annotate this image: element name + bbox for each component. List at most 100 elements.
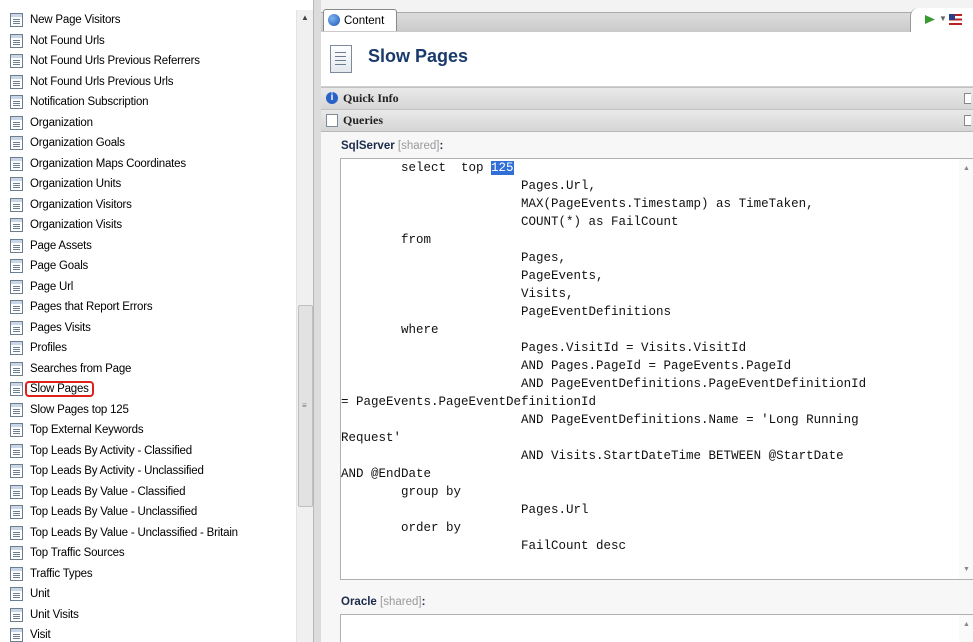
- tree-item-label: Top Leads By Value - Unclassified - Brit…: [30, 526, 238, 539]
- tree-item[interactable]: Top Traffic Sources: [0, 543, 296, 564]
- tree-item[interactable]: Organization Goals: [0, 133, 296, 154]
- report-icon: [10, 54, 23, 68]
- navigate-flag-icon[interactable]: [925, 15, 935, 24]
- report-icon: [10, 607, 23, 622]
- tree-item[interactable]: Unit: [0, 584, 296, 605]
- tree-item[interactable]: Page Url: [0, 277, 296, 298]
- oracle-label-text: Oracle: [341, 596, 377, 608]
- tree-item[interactable]: Top External Keywords: [0, 420, 296, 441]
- oracle-shared-tag: [shared]: [380, 596, 422, 608]
- tab-content[interactable]: Content: [323, 9, 397, 31]
- tree-item[interactable]: Top Leads By Activity - Unclassified: [0, 461, 296, 482]
- grip-icon: ≡: [302, 401, 307, 410]
- tree-item[interactable]: Pages that Report Errors: [0, 297, 296, 318]
- oracle-colon: :: [421, 596, 426, 608]
- tab-content-label: Content: [344, 15, 385, 27]
- tree-item[interactable]: Pages Visits: [0, 318, 296, 339]
- tree-item[interactable]: Page Assets: [0, 236, 296, 257]
- tree-item-label: Traffic Types: [30, 567, 93, 580]
- sql-code[interactable]: select top 125 Pages.Url, MAX(PageEvents…: [341, 159, 866, 555]
- tree-item-label: Organization Maps Coordinates: [30, 157, 186, 170]
- tree-item[interactable]: Not Found Urls: [0, 31, 296, 52]
- tree-item-label: Pages Visits: [30, 321, 91, 334]
- tree-item[interactable]: Organization: [0, 113, 296, 134]
- scroll-up-arrow-icon[interactable]: ▲: [297, 10, 313, 26]
- tree-item[interactable]: Top Leads By Value - Unclassified: [0, 502, 296, 523]
- tree-item[interactable]: Page Goals: [0, 256, 296, 277]
- tree-item-label: Top Leads By Activity - Unclassified: [30, 465, 204, 477]
- info-icon: i: [326, 92, 338, 104]
- tree-item[interactable]: Organization Visits: [0, 215, 296, 236]
- report-icon: [10, 95, 23, 109]
- tree-item[interactable]: Slow Pages top 125: [0, 400, 296, 421]
- sqlserver-query-editor[interactable]: select top 125 Pages.Url, MAX(PageEvents…: [340, 158, 973, 580]
- tree-item[interactable]: Notification Subscription: [0, 92, 296, 113]
- report-list: New Page Visitors Not Found Urls Not Found…: [0, 0, 296, 642]
- report-icon: [10, 484, 23, 499]
- queries-body: SqlServer [shared]: select top 125 Pages…: [321, 132, 973, 642]
- scroll-down-icon[interactable]: ▼: [963, 566, 970, 573]
- tree-item[interactable]: Searches from Page: [0, 359, 296, 380]
- tree-item[interactable]: Traffic Types: [0, 564, 296, 585]
- collapse-icon[interactable]: [964, 115, 971, 126]
- queries-section[interactable]: Queries: [321, 109, 973, 132]
- tree-item[interactable]: Top Leads By Value - Unclassified - Brit…: [0, 523, 296, 544]
- tree-item-label: Unit: [30, 588, 50, 600]
- dropdown-caret-icon[interactable]: ▼: [939, 14, 947, 23]
- report-icon: [10, 628, 23, 642]
- expand-icon[interactable]: [964, 93, 971, 104]
- editor-scrollbar[interactable]: ▲ ▼: [959, 159, 973, 579]
- queries-icon: [326, 114, 338, 127]
- tree-item-label: Top Leads By Activity - Classified: [30, 444, 192, 457]
- tree-item[interactable]: Unit Visits: [0, 605, 296, 626]
- document-icon: [330, 45, 352, 73]
- language-flag-icon[interactable]: [949, 14, 962, 25]
- scroll-up-icon[interactable]: ▲: [963, 165, 970, 172]
- tree-item-label: Top Leads By Value - Unclassified: [30, 506, 198, 518]
- sqlserver-label-text: SqlServer: [341, 140, 395, 152]
- tree-item[interactable]: Not Found Urls Previous Referrers: [0, 51, 296, 72]
- tree-item[interactable]: New Page Visitors: [0, 10, 296, 31]
- tree-item[interactable]: Top Leads By Value - Classified: [0, 482, 296, 503]
- tree-item[interactable]: Organization Maps Coordinates: [0, 154, 296, 175]
- report-icon: [10, 197, 23, 212]
- tree-scrollbar[interactable]: ▲ ≡: [296, 10, 313, 642]
- tree-item[interactable]: Organization Units: [0, 174, 296, 195]
- tree-item-label: New Page Visitors: [30, 14, 121, 26]
- report-icon: [10, 156, 23, 171]
- tree-item-label: Top Traffic Sources: [30, 547, 125, 559]
- oracle-editor-scrollbar[interactable]: ▲: [959, 615, 973, 642]
- report-icon: [10, 279, 23, 294]
- report-icon: [10, 361, 23, 376]
- report-icon: [10, 546, 23, 560]
- oracle-query-editor[interactable]: ▲: [340, 614, 973, 642]
- oracle-scroll-up-icon[interactable]: ▲: [963, 621, 970, 628]
- quick-info-section[interactable]: i Quick Info: [321, 87, 973, 110]
- report-icon: [10, 525, 23, 540]
- tree-item-label: Top Leads By Value - Classified: [30, 485, 186, 498]
- tree-item[interactable]: Not Found Urls Previous Urls: [0, 72, 296, 93]
- tree-item-label: Organization Goals: [30, 137, 125, 149]
- tree-item[interactable]: Organization Visitors: [0, 195, 296, 216]
- tree-item-label: Slow Pages: [25, 381, 94, 397]
- tree-item[interactable]: Visit: [0, 625, 296, 642]
- tree-item[interactable]: Profiles: [0, 338, 296, 359]
- selected-text: 125: [491, 161, 514, 175]
- oracle-field-label: Oracle [shared]:: [341, 596, 425, 608]
- tree-item[interactable]: Top Leads By Activity - Classified: [0, 441, 296, 462]
- tree-item-label: Organization: [30, 116, 93, 129]
- sql-code-before: select top: [341, 161, 492, 175]
- report-icon: [10, 115, 23, 130]
- tree-item-label: Organization Units: [30, 178, 121, 190]
- tree-item-label: Not Found Urls: [30, 34, 105, 47]
- report-icon: [10, 238, 23, 253]
- report-icon: [10, 505, 23, 519]
- page-title: Slow Pages: [368, 46, 469, 66]
- tree-item-label: Notification Subscription: [30, 96, 149, 108]
- tree-item-label: Visit: [30, 629, 51, 641]
- report-icon: [10, 320, 23, 335]
- report-icon: [10, 587, 23, 601]
- scrollbar-thumb[interactable]: ≡: [298, 305, 313, 507]
- report-icon: [10, 136, 23, 150]
- tree-item[interactable]: Slow Pages: [0, 379, 296, 400]
